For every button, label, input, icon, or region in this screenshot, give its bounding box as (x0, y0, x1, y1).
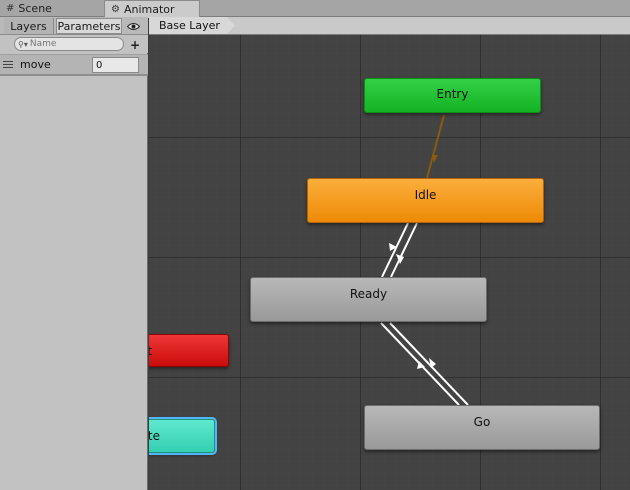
search-input[interactable] (29, 39, 118, 49)
parameter-row[interactable]: move (0, 54, 148, 76)
state-ready-label: Ready (349, 287, 388, 301)
state-entry[interactable]: Entry (364, 78, 541, 113)
animator-icon: ⚙ (111, 4, 120, 15)
tab-parameters-label: Parameters (57, 19, 121, 33)
tab-scene[interactable]: # Scene (0, 0, 100, 17)
state-go[interactable]: Go (364, 405, 600, 450)
panel-subtabs: Layers Parameters (0, 17, 148, 35)
tab-layers-label: Layers (10, 19, 47, 33)
parameter-name: move (20, 58, 51, 71)
tab-parameters[interactable]: Parameters (56, 18, 122, 34)
state-idle-label: Idle (414, 188, 437, 202)
state-entry-label: Entry (436, 86, 469, 101)
search-box: ⚲▾ (14, 37, 124, 51)
search-icon: ⚲▾ (18, 39, 28, 49)
breadcrumb-label: Base Layer (159, 19, 220, 32)
drag-handle-icon[interactable] (3, 61, 13, 68)
tab-animator-label: Animator (123, 3, 175, 16)
tab-animator[interactable]: ⚙ Animator (104, 0, 200, 18)
eye-icon[interactable] (125, 18, 141, 34)
search-row: ⚲▾ + (0, 35, 148, 53)
state-ready[interactable]: Ready (250, 277, 487, 322)
breadcrumb-base-layer[interactable]: Base Layer (149, 17, 235, 34)
state-exit[interactable]: t (149, 334, 229, 367)
state-any-state[interactable]: te (149, 419, 215, 453)
tab-scene-label: Scene (18, 2, 52, 15)
transition-go-ready[interactable] (389, 322, 469, 406)
window-tab-strip: # Scene ⚙ Animator (0, 0, 630, 18)
breadcrumb: Base Layer (149, 17, 630, 35)
state-idle[interactable]: Idle (307, 178, 544, 223)
state-any-state-label: te (149, 429, 160, 443)
state-machine-graph[interactable]: Entry Idle Ready Go t te (149, 35, 630, 490)
tab-layers[interactable]: Layers (4, 18, 54, 34)
add-parameter-button[interactable]: + (128, 38, 142, 52)
grid-icon: # (6, 3, 15, 14)
parameters-panel: Layers Parameters ⚲▾ + move (0, 17, 148, 490)
parameter-value-field[interactable] (92, 57, 139, 73)
transition-entry-idle[interactable] (426, 114, 445, 179)
state-exit-label: t (149, 343, 152, 358)
state-go-label: Go (473, 415, 491, 429)
